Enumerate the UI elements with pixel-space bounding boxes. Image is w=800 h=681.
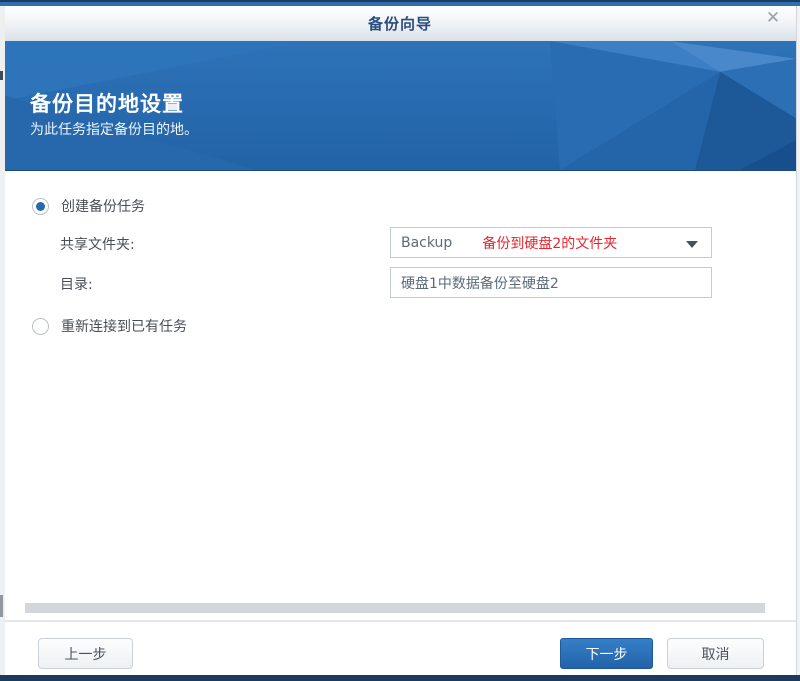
- page-title: 备份目的地设置: [30, 88, 184, 118]
- wizard-header: 备份目的地设置 为此任务指定备份目的地。: [5, 41, 796, 171]
- background-scrollbar-artifact: [0, 595, 3, 617]
- page-subtitle: 为此任务指定备份目的地。: [30, 119, 198, 139]
- titlebar: 备份向导: [0, 6, 800, 41]
- shared-folder-label: 共享文件夹:: [60, 234, 135, 254]
- shared-folder-value: Backup: [401, 235, 452, 251]
- radio-create-task-label: 创建备份任务: [61, 196, 145, 216]
- directory-input[interactable]: [390, 267, 712, 298]
- backup-wizard-dialog: 备份向导 ✕ 备份目的地设置 为此任务指定备份目的地。 创建备份任务 共享文件夹…: [0, 0, 800, 681]
- window-right-border: [796, 6, 800, 675]
- window-left-border: [0, 6, 5, 675]
- radio-create-task[interactable]: [32, 198, 49, 215]
- radio-reconnect-label: 重新连接到已有任务: [61, 316, 187, 336]
- window-title: 备份向导: [368, 13, 432, 34]
- horizontal-scrollbar[interactable]: [25, 603, 765, 613]
- footer-divider: [0, 620, 800, 622]
- back-button[interactable]: 上一步: [38, 638, 133, 669]
- background-window-artifact: [0, 71, 3, 80]
- cancel-button[interactable]: 取消: [667, 638, 764, 669]
- window-bottom-border: [0, 675, 800, 681]
- chevron-down-icon[interactable]: [686, 241, 698, 248]
- radio-reconnect-task[interactable]: [32, 318, 49, 335]
- wizard-body: 创建备份任务 共享文件夹: Backup 备份到硬盘2的文件夹 目录: 重新连接…: [5, 172, 796, 620]
- next-button[interactable]: 下一步: [560, 638, 653, 669]
- red-annotation-text: 备份到硬盘2的文件夹: [482, 233, 617, 253]
- radio-row-create-task: 创建备份任务: [32, 196, 145, 216]
- radio-row-reconnect: 重新连接到已有任务: [32, 316, 187, 336]
- directory-label: 目录:: [60, 274, 93, 294]
- shared-folder-select[interactable]: Backup 备份到硬盘2的文件夹: [390, 227, 712, 258]
- close-icon[interactable]: ✕: [762, 7, 784, 29]
